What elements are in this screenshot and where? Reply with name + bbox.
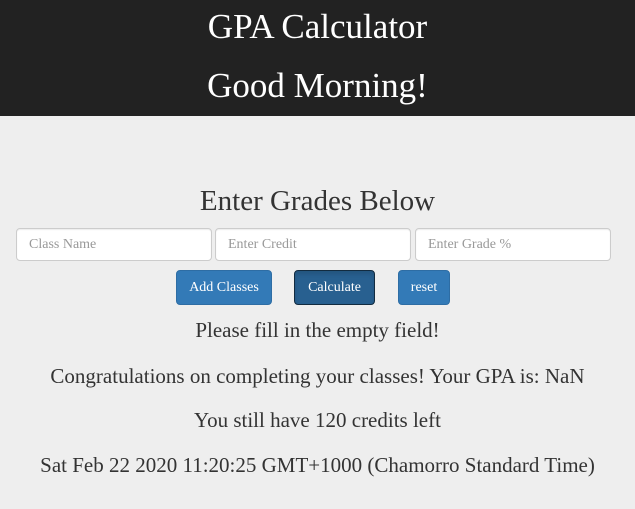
app-title: GPA Calculator <box>207 7 428 46</box>
credits-left: You still have 120 credits left <box>194 408 441 432</box>
datetime-text: Sat Feb 22 2020 11:20:25 GMT+1000 (Chamo… <box>40 453 595 477</box>
calculate-button[interactable]: Calculate <box>294 270 375 305</box>
gpa-result: Congratulations on completing your class… <box>50 364 585 388</box>
add-classes-button[interactable]: Add Classes <box>176 270 272 305</box>
error-message: Please fill in the empty field! <box>195 318 440 342</box>
page-header: GPA Calculator Good Morning! <box>0 0 635 116</box>
grade-input-row <box>16 228 611 261</box>
class-name-input[interactable] <box>16 228 212 261</box>
form-heading: Enter Grades Below <box>199 185 436 217</box>
credit-input[interactable] <box>215 228 411 261</box>
reset-button[interactable]: reset <box>398 270 450 305</box>
greeting-text: Good Morning! <box>207 66 428 105</box>
grade-input[interactable] <box>415 228 611 261</box>
